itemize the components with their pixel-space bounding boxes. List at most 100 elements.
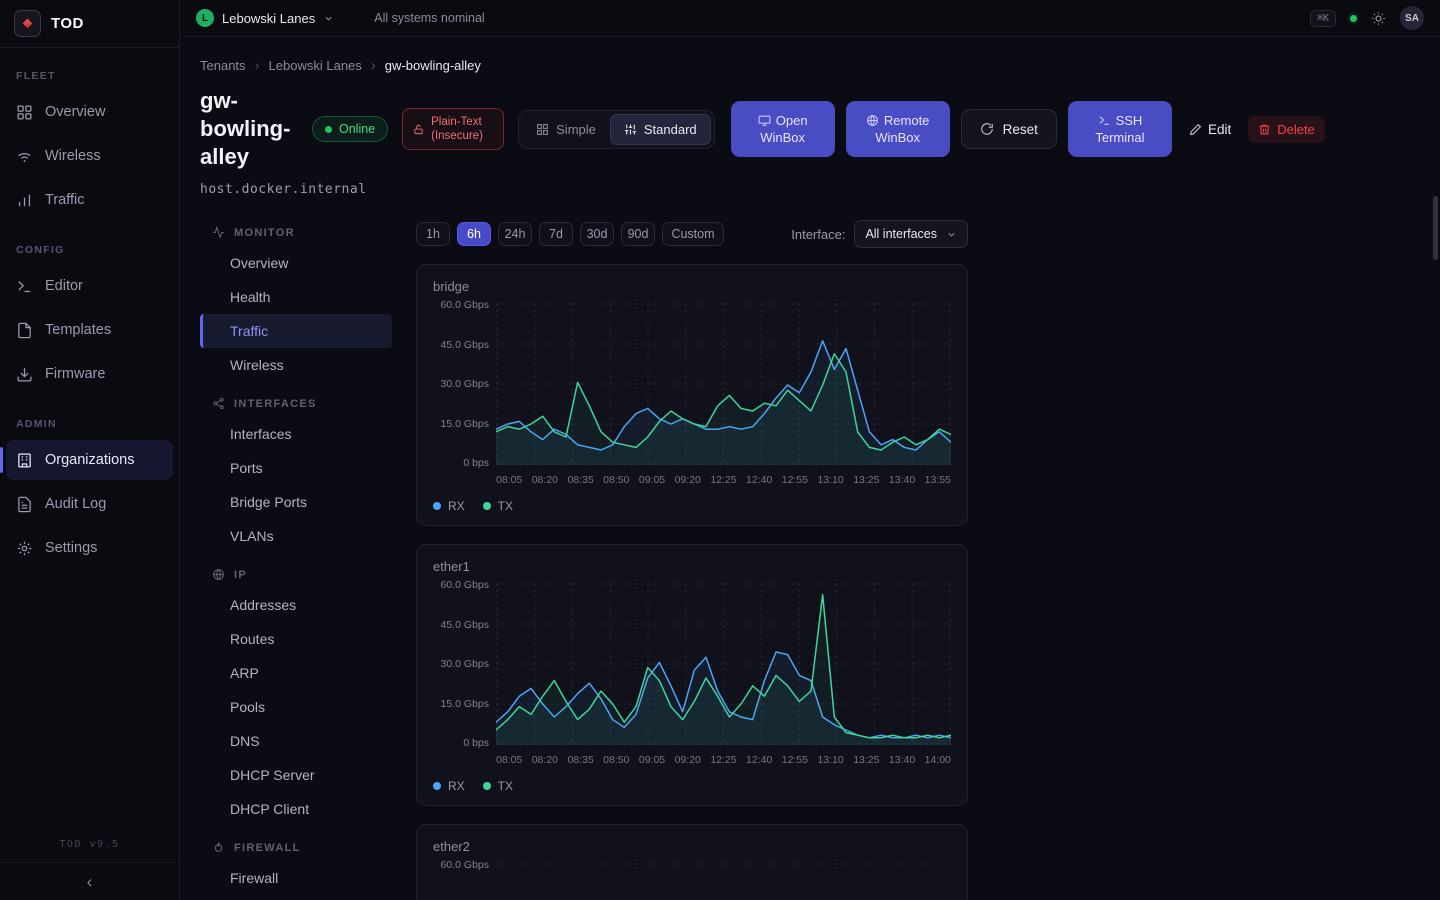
x-axis-tick: 08:20: [532, 474, 558, 486]
sidebar-item-overview[interactable]: Overview: [6, 92, 173, 132]
user-avatar[interactable]: SA: [1400, 6, 1424, 30]
sidebar-item-firmware[interactable]: Firmware: [6, 354, 173, 394]
subnav-item-addresses[interactable]: Addresses: [200, 588, 392, 622]
x-axis-tick: 12:55: [782, 754, 808, 766]
y-axis: 60.0 Gbps45.0 Gbps30.0 Gbps15.0 Gbps0 bp…: [433, 859, 489, 900]
collapse-sidebar-button[interactable]: ‹: [0, 862, 179, 900]
command-palette-shortcut[interactable]: ⌘K: [1310, 10, 1336, 27]
chart-toolbar: 1h 6h 24h 7d 30d 90d Custom Interface: A…: [416, 220, 968, 248]
chart-card-ether2: ether2 60.0 Gbps45.0 Gbps30.0 Gbps15.0 G…: [416, 824, 968, 900]
range-7d-button[interactable]: 7d: [539, 222, 573, 246]
x-axis-tick: 08:20: [532, 754, 558, 766]
ssh-terminal-button[interactable]: SSH Terminal: [1068, 101, 1172, 157]
edit-button[interactable]: Edit: [1183, 118, 1237, 141]
sidebar-item-templates[interactable]: Templates: [6, 310, 173, 350]
sidebar-item-label: Audit Log: [45, 496, 106, 512]
open-winbox-button[interactable]: Open WinBox: [731, 101, 835, 157]
x-axis-tick: 09:05: [639, 474, 665, 486]
range-custom-button[interactable]: Custom: [662, 222, 724, 246]
sidebar-item-editor[interactable]: Editor: [6, 266, 173, 306]
device-subnav: MONITOR Overview Health Traffic Wireless…: [200, 211, 392, 900]
legend-item-tx: TX: [483, 499, 513, 513]
nodes-icon: [212, 397, 225, 410]
x-axis-tick: 13:40: [889, 474, 915, 486]
y-axis-tick: 0 bps: [463, 737, 489, 749]
subnav-item-firewall[interactable]: Firewall: [200, 861, 392, 895]
flame-icon: [212, 841, 225, 854]
chart-card-bridge: bridge 60.0 Gbps45.0 Gbps30.0 Gbps15.0 G…: [416, 264, 968, 526]
remote-winbox-label: Remote WinBox: [875, 113, 929, 145]
toggle-simple[interactable]: Simple: [522, 114, 610, 145]
subnav-item-dhcp-client[interactable]: DHCP Client: [200, 792, 392, 826]
x-axis-tick: 09:20: [675, 754, 701, 766]
range-6h-button[interactable]: 6h: [457, 222, 491, 246]
reset-button[interactable]: Reset: [961, 109, 1057, 149]
x-axis-tick: 08:05: [496, 754, 522, 766]
range-90d-button[interactable]: 90d: [621, 222, 655, 246]
health-status-dot: [1350, 15, 1357, 22]
edit-label: Edit: [1208, 122, 1231, 137]
sidebar-item-settings[interactable]: Settings: [6, 528, 173, 568]
x-axis: 08:0508:2008:3508:5009:0509:2012:2512:40…: [496, 754, 951, 766]
y-axis-tick: 15.0 Gbps: [441, 698, 489, 710]
x-axis-tick: 13:55: [925, 474, 951, 486]
reset-label: Reset: [1003, 122, 1038, 137]
sun-theme-icon[interactable]: [1371, 11, 1386, 26]
legend-item-rx: RX: [433, 779, 465, 793]
globe-icon: [866, 114, 879, 127]
y-axis-tick: 30.0 Gbps: [441, 658, 489, 670]
sidebar-item-traffic[interactable]: Traffic: [6, 180, 173, 220]
subnav-item-vlans[interactable]: VLANs: [200, 519, 392, 553]
x-axis: 08:0508:2008:3508:5009:0509:2012:2512:40…: [496, 474, 951, 486]
subnav-item-pools[interactable]: Pools: [200, 690, 392, 724]
subnav-item-arp[interactable]: ARP: [200, 656, 392, 690]
x-axis-tick: 13:40: [889, 754, 915, 766]
subnav-item-dhcp-server[interactable]: DHCP Server: [200, 758, 392, 792]
topbar: L Lebowski Lanes All systems nominal ⌘K …: [180, 0, 1440, 37]
tenant-name: Lebowski Lanes: [222, 11, 315, 26]
subnav-item-health[interactable]: Health: [200, 280, 392, 314]
breadcrumb-tenants[interactable]: Tenants: [200, 58, 246, 73]
sidebar-item-label: Firmware: [45, 366, 105, 382]
delete-button[interactable]: Delete: [1248, 116, 1325, 143]
toggle-standard[interactable]: Standard: [610, 114, 711, 145]
scrollbar-thumb[interactable]: [1433, 196, 1438, 260]
subnav-item-wireless[interactable]: Wireless: [200, 348, 392, 382]
x-axis-tick: 09:20: [675, 474, 701, 486]
subnav-item-overview[interactable]: Overview: [200, 246, 392, 280]
x-axis-tick: 14:00: [925, 754, 951, 766]
page-content: Tenants › Lebowski Lanes › gw-bowling-al…: [180, 37, 1440, 900]
sidebar-item-wireless[interactable]: Wireless: [6, 136, 173, 176]
remote-winbox-button[interactable]: Remote WinBox: [846, 101, 950, 157]
subnav-item-traffic[interactable]: Traffic: [200, 314, 392, 348]
subnav-item-dns[interactable]: DNS: [200, 724, 392, 758]
chevron-right-icon: ›: [255, 57, 260, 74]
insecure-badge: Plain-Text (Insecure): [402, 108, 504, 150]
sidebar-item-organizations[interactable]: Organizations: [6, 440, 173, 480]
breadcrumb: Tenants › Lebowski Lanes › gw-bowling-al…: [200, 57, 1440, 74]
section-label-config: CONFIG: [16, 244, 163, 256]
x-axis-tick: 13:25: [853, 474, 879, 486]
toggle-standard-label: Standard: [644, 122, 697, 137]
topbar-right: ⌘K SA: [1310, 6, 1424, 30]
subnav-group-monitor: MONITOR: [200, 226, 392, 239]
unlock-icon: [413, 124, 424, 135]
sidebar-item-audit-log[interactable]: Audit Log: [6, 484, 173, 524]
insecure-badge-label: Plain-Text (Insecure): [431, 115, 493, 143]
subnav-item-bridge-ports[interactable]: Bridge Ports: [200, 485, 392, 519]
subnav-item-mangle[interactable]: Mangle: [200, 895, 392, 900]
interface-select[interactable]: All interfaces: [854, 220, 968, 248]
x-axis-tick: 13:10: [817, 474, 843, 486]
range-24h-button[interactable]: 24h: [498, 222, 532, 246]
breadcrumb-tenant[interactable]: Lebowski Lanes: [269, 58, 362, 73]
range-1h-button[interactable]: 1h: [416, 222, 450, 246]
tenant-selector[interactable]: L Lebowski Lanes: [196, 9, 334, 27]
chart-legend: RXTX: [433, 499, 951, 513]
subnav-group-label: FIREWALL: [234, 842, 301, 854]
range-30d-button[interactable]: 30d: [580, 222, 614, 246]
subnav-item-routes[interactable]: Routes: [200, 622, 392, 656]
subnav-item-ports[interactable]: Ports: [200, 451, 392, 485]
trash-icon: [1258, 123, 1271, 136]
sidebar-item-label: Traffic: [45, 192, 84, 208]
subnav-item-interfaces[interactable]: Interfaces: [200, 417, 392, 451]
